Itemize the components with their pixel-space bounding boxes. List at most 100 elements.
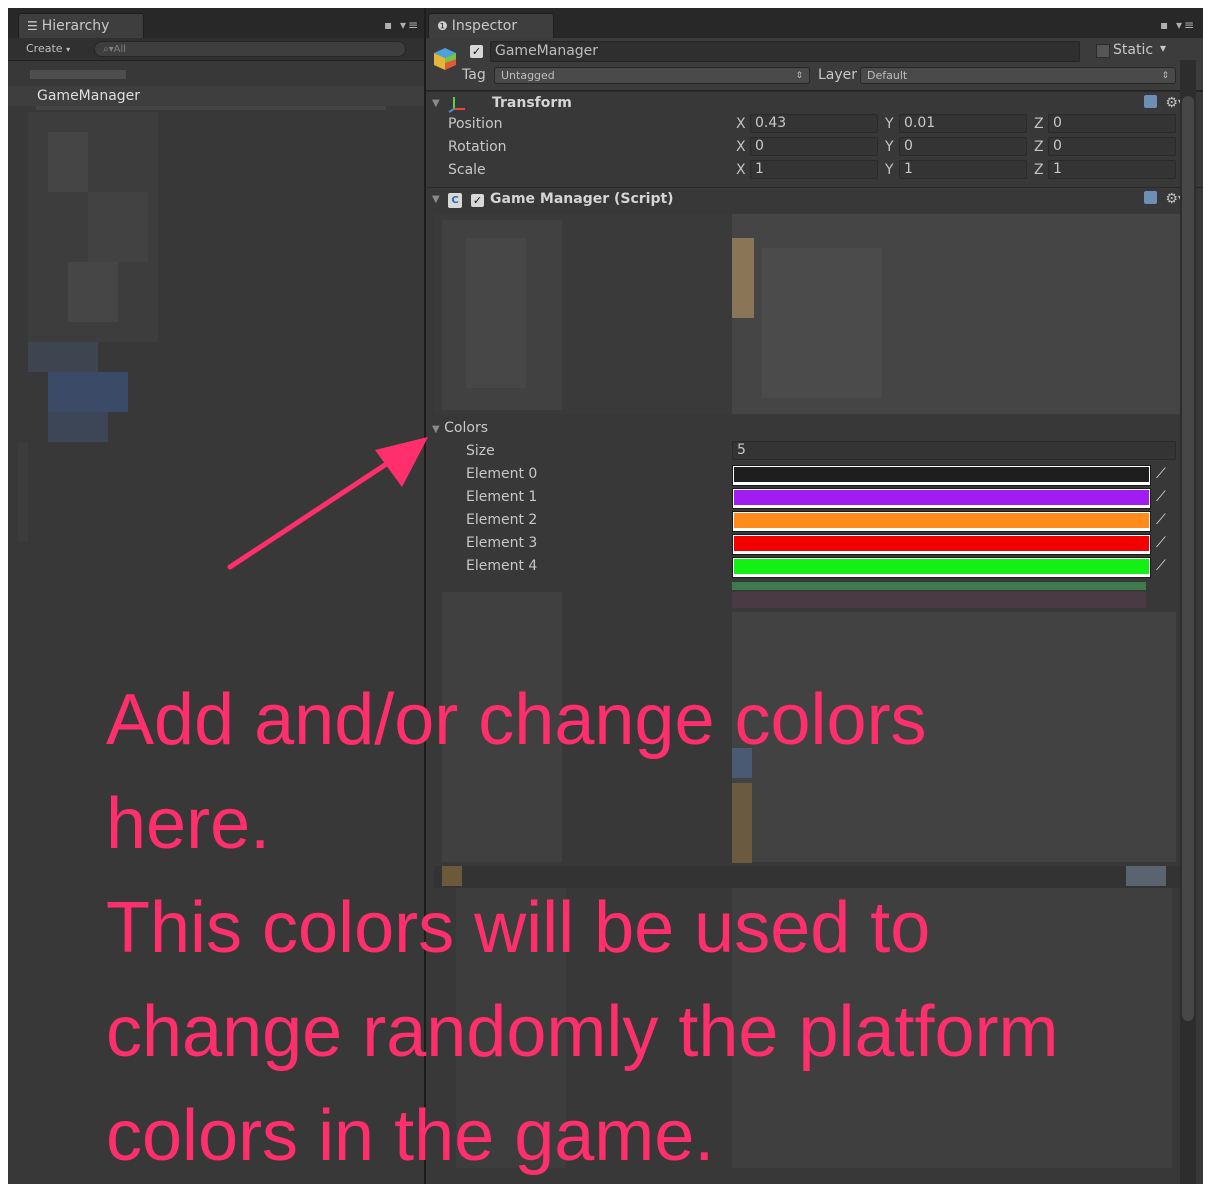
scale-x-field[interactable]: 1 <box>750 160 878 179</box>
updown-arrow-icon: ⇕ <box>795 71 803 81</box>
create-dropdown[interactable]: Create ▾ <box>18 40 78 58</box>
annotation-line-3: This colors will be used to <box>106 888 931 968</box>
layer-dropdown[interactable]: Default ⇕ <box>860 67 1176 84</box>
rotation-y-field[interactable]: 0 <box>899 137 1027 156</box>
static-checkbox[interactable] <box>1096 44 1110 58</box>
object-name-field[interactable]: GameManager <box>490 41 1080 62</box>
blurred-tree <box>48 132 88 192</box>
inspector-tabbar: ❶ Inspector ▪ ▾≡ <box>426 8 1203 39</box>
script-section-header[interactable]: ▼ C ✓ Game Manager (Script) ⚙▾ <box>426 187 1203 214</box>
rotation-x-field[interactable]: 0 <box>750 137 878 156</box>
dropdown-arrow-icon: ▾ <box>66 45 71 54</box>
panel-menu-icon[interactable]: ▾≡ <box>1176 18 1196 32</box>
layer-label: Layer <box>818 67 858 83</box>
tab-hierarchy[interactable]: ☰ Hierarchy <box>18 13 144 39</box>
axis-x-label[interactable]: X <box>736 139 746 155</box>
blurred-fields <box>732 592 1146 608</box>
axis-z-label[interactable]: Z <box>1034 162 1044 178</box>
element-0-color-field[interactable] <box>732 465 1151 486</box>
rotation-label: Rotation <box>448 139 507 155</box>
hierarchy-search-input[interactable]: ⌕▾All <box>94 41 406 57</box>
axis-z-label[interactable]: Z <box>1034 139 1044 155</box>
eyedropper-icon[interactable]: ⟋ <box>1156 535 1172 553</box>
object-name-value: GameManager <box>495 43 599 59</box>
tab-hierarchy-label: Hierarchy <box>41 18 110 34</box>
element-2-color-field[interactable] <box>732 511 1151 532</box>
list-icon: ☰ <box>27 19 38 33</box>
blurred-tree <box>68 262 118 322</box>
element-3-color-fill <box>734 536 1149 551</box>
transform-title: Transform <box>492 95 572 111</box>
element-2-color-fill <box>734 513 1149 528</box>
object-header: ✓ GameManager Static ▾ Tag Untagged ⇕ Lay… <box>426 38 1203 91</box>
position-x-field[interactable]: 0.43 <box>750 114 878 133</box>
static-label: Static <box>1113 42 1154 58</box>
axis-y-label[interactable]: Y <box>885 139 894 155</box>
foldout-triangle-icon[interactable]: ▼ <box>432 98 440 109</box>
annotation-line-4: change randomly the platform <box>106 992 1059 1072</box>
csharp-script-icon: C <box>448 193 462 208</box>
help-book-icon[interactable] <box>1144 95 1158 108</box>
search-icon: ⌕▾ <box>103 44 114 55</box>
scale-z-field[interactable]: 1 <box>1048 160 1176 179</box>
blurred-fields <box>732 582 1146 590</box>
blurred-tree <box>48 372 128 412</box>
annotation-line-5: colors in the game. <box>106 1096 715 1176</box>
element-3-label: Element 3 <box>466 535 538 551</box>
element-4-color-field[interactable] <box>732 557 1151 578</box>
axis-y-label[interactable]: Y <box>885 116 894 132</box>
foldout-triangle-icon[interactable]: ▼ <box>432 424 440 435</box>
tag-dropdown[interactable]: Untagged ⇕ <box>494 67 810 84</box>
script-title: Game Manager (Script) <box>490 191 674 207</box>
axis-x-label[interactable]: X <box>736 162 746 178</box>
rotation-z-field[interactable]: 0 <box>1048 137 1176 156</box>
tab-inspector-label: Inspector <box>451 18 518 34</box>
axis-z-label[interactable]: Z <box>1034 116 1044 132</box>
element-1-color-field[interactable] <box>732 488 1151 509</box>
script-enabled-checkbox[interactable]: ✓ <box>471 194 484 207</box>
lock-icon[interactable]: ▪ <box>384 18 394 32</box>
foldout-triangle-icon[interactable]: ▼ <box>432 194 440 205</box>
blurred-tree <box>88 192 148 262</box>
element-4-color-fill <box>734 559 1149 574</box>
panel-lock-menu[interactable]: ▪ ▾≡ <box>384 18 420 32</box>
colors-foldout[interactable]: ▼ Colors <box>432 420 488 436</box>
position-label: Position <box>448 116 503 132</box>
colors-label: Colors <box>444 420 489 436</box>
blurred-item <box>30 70 126 79</box>
static-dropdown-arrow-icon[interactable]: ▾ <box>1160 41 1166 55</box>
eyedropper-icon[interactable]: ⟋ <box>1156 489 1172 507</box>
element-1-color-fill <box>734 490 1149 505</box>
help-book-icon[interactable] <box>1144 191 1158 204</box>
blurred-tree <box>28 342 98 372</box>
component-tools: ⚙▾ <box>1144 95 1185 111</box>
eyedropper-icon[interactable]: ⟋ <box>1156 558 1172 576</box>
scale-y-field[interactable]: 1 <box>899 160 1027 179</box>
element-3-color-field[interactable] <box>732 534 1151 555</box>
colors-size-field[interactable]: 5 <box>732 441 1176 460</box>
eyedropper-icon[interactable]: ⟋ <box>1156 466 1172 484</box>
tab-inspector[interactable]: ❶ Inspector <box>428 13 554 39</box>
axis-x-label[interactable]: X <box>736 116 746 132</box>
info-icon: ❶ <box>437 19 448 33</box>
active-checkbox[interactable]: ✓ <box>470 45 483 58</box>
position-z-field[interactable]: 0 <box>1048 114 1176 133</box>
gameobject-cube-icon <box>434 48 456 70</box>
blurred-item <box>36 106 386 110</box>
search-placeholder: All <box>113 44 127 55</box>
lock-icon[interactable]: ▪ <box>1160 18 1170 32</box>
hierarchy-toolbar: Create ▾ ⌕▾All <box>8 38 424 61</box>
hierarchy-tabbar: ☰ Hierarchy ▪ ▾≡ <box>8 8 424 39</box>
eyedropper-icon[interactable]: ⟋ <box>1156 512 1172 530</box>
panel-menu-icon[interactable]: ▾≡ <box>400 18 420 32</box>
position-y-field[interactable]: 0.01 <box>899 114 1027 133</box>
updown-arrow-icon: ⇕ <box>1161 71 1169 81</box>
blurred-fields <box>762 248 882 398</box>
blurred-fields <box>732 238 754 318</box>
hierarchy-item-gamemanager[interactable]: GameManager <box>8 86 424 106</box>
component-tools: ⚙▾ <box>1144 191 1185 207</box>
panel-lock-menu[interactable]: ▪ ▾≡ <box>1160 18 1196 32</box>
axis-y-label[interactable]: Y <box>885 162 894 178</box>
blurred-tree <box>48 412 108 442</box>
annotation-line-1: Add and/or change colors <box>106 680 927 760</box>
